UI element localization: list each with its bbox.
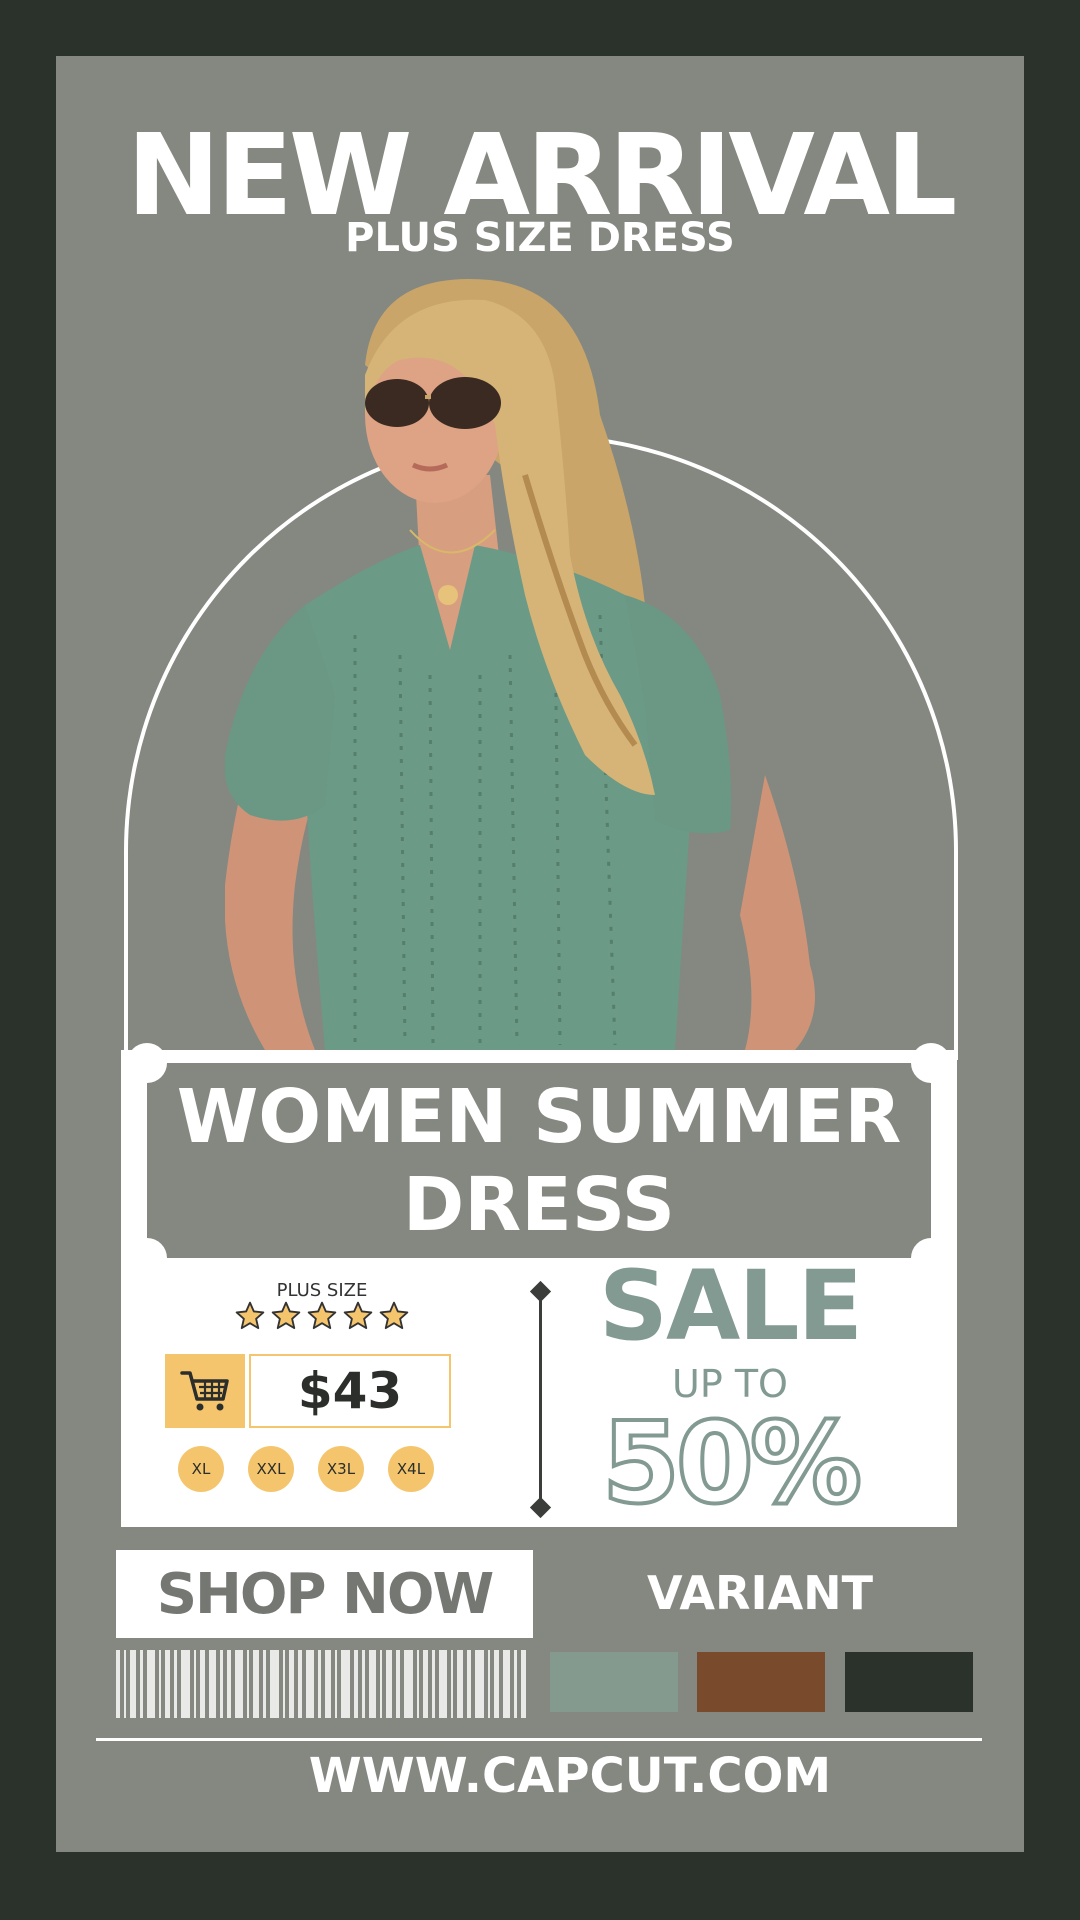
star-icon xyxy=(271,1301,301,1330)
size-options: XL XXL X3L X4L xyxy=(178,1446,434,1492)
barcode xyxy=(116,1650,526,1718)
product-title-line2: DRESS xyxy=(402,1162,676,1248)
svg-text:50%: 50% xyxy=(602,1402,859,1520)
star-icon xyxy=(379,1301,409,1330)
discount-percent: 50% xyxy=(600,1402,865,1520)
size-option-x4l[interactable]: X4L xyxy=(388,1446,434,1492)
up-to-label: UP TO xyxy=(672,1362,788,1406)
product-title-line1: WOMEN SUMMER xyxy=(176,1074,902,1160)
plate-notch xyxy=(127,1238,167,1278)
size-option-xxl[interactable]: XXL xyxy=(248,1446,294,1492)
plate-notch xyxy=(127,1043,167,1083)
star-icon xyxy=(307,1301,337,1330)
add-to-cart-button[interactable] xyxy=(165,1354,245,1428)
shop-now-button[interactable]: SHOP NOW xyxy=(116,1550,533,1638)
rating-stars xyxy=(222,1300,422,1336)
model-photo xyxy=(225,279,815,1050)
shopping-cart-icon xyxy=(180,1371,229,1411)
star-icon xyxy=(343,1301,373,1330)
price-tag: $43 xyxy=(249,1354,451,1428)
plus-size-label: PLUS SIZE xyxy=(276,1280,368,1301)
plate-notch xyxy=(911,1238,951,1278)
website-link[interactable]: WWW.CAPCUT.COM xyxy=(240,1750,900,1803)
footer-rule xyxy=(96,1738,982,1741)
sale-heading: SALE xyxy=(598,1250,863,1362)
size-option-x3l[interactable]: X3L xyxy=(318,1446,364,1492)
divider-line xyxy=(539,1290,542,1508)
variant-label: VARIANT xyxy=(646,1566,874,1620)
subheadline: PLUS SIZE DRESS xyxy=(345,215,735,261)
plate-notch xyxy=(911,1043,951,1083)
variant-swatch-sage[interactable] xyxy=(550,1652,678,1712)
variant-swatch-brown[interactable] xyxy=(697,1652,825,1712)
star-icon xyxy=(235,1301,265,1330)
size-option-xl[interactable]: XL xyxy=(178,1446,224,1492)
variant-swatch-dark[interactable] xyxy=(845,1652,973,1712)
